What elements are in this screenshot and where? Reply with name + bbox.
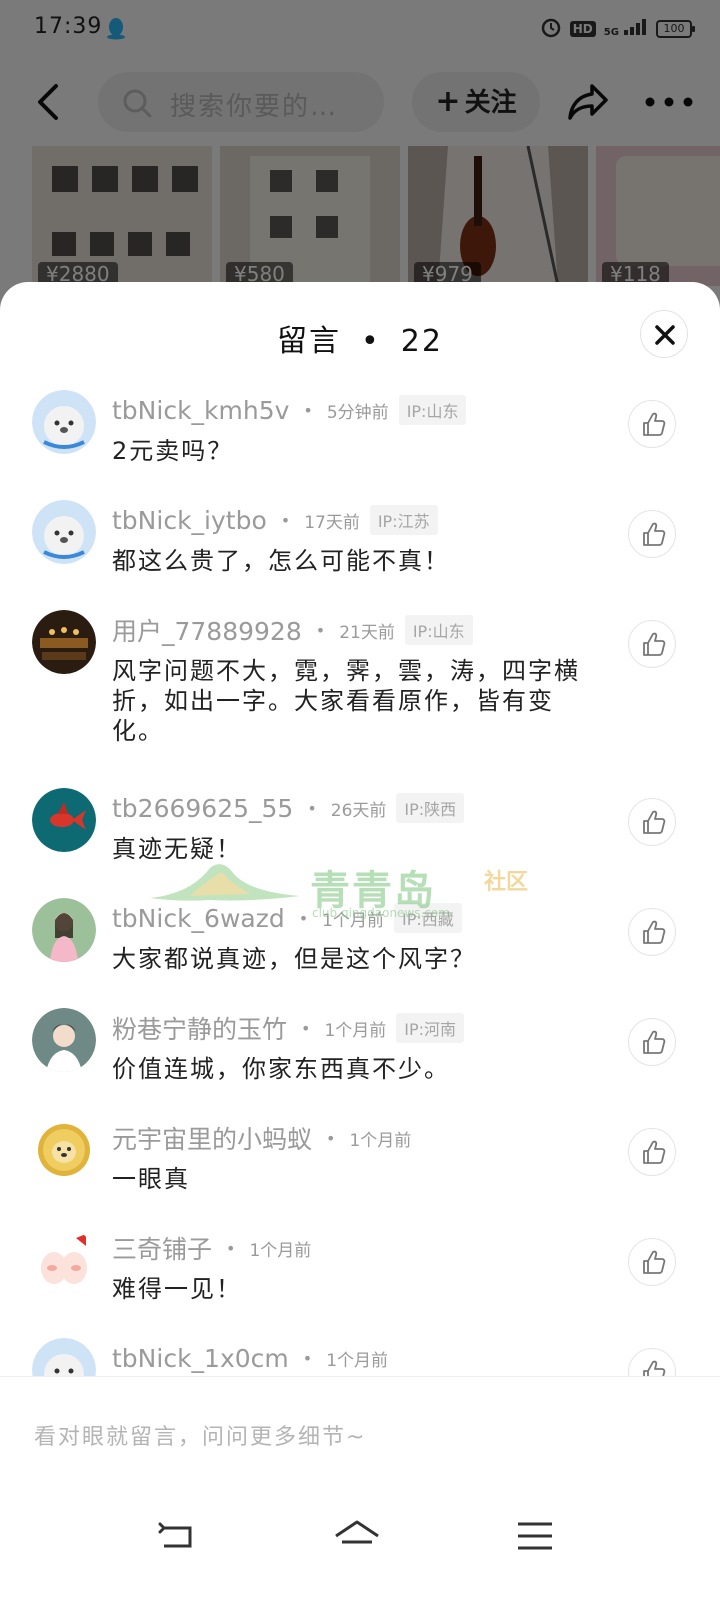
comment-header: 元宇宙里的小蚂蚁 • 1个月前 [112,1118,411,1158]
comment-separator: • [307,798,317,818]
comment-ip-badge: IP:陕西 [396,793,465,823]
comment-header: tbNick_iytbo • 17天前 IP:江苏 [112,500,438,540]
doge-coin-avatar-icon [32,1118,96,1182]
comment-text: 一眼真 [112,1165,190,1193]
watermark-url: club.qingdaonews.com [312,906,450,920]
comment-text: 都这么贵了，怎么可能不真！ [112,547,450,575]
comment-header: 用户_77889928 • 21天前 IP:山东 [112,610,473,650]
close-button[interactable] [640,310,688,358]
back-arrow-icon [158,1522,192,1548]
home-icon [335,1520,379,1544]
comment-text: 价值连城，你家东西真不少。 [112,1055,450,1083]
comment-text: 2元卖吗？ [112,437,234,465]
comment-separator: • [303,400,313,420]
watermark: 青青岛 社区 club.qingdaonews.com [150,850,550,930]
sheet-title-label: 留言 [277,324,342,359]
mountain-logo-icon [150,864,300,901]
avatar[interactable] [32,898,96,962]
avatar[interactable] [32,610,96,674]
thumbs-up-icon [643,1030,666,1054]
comment-separator: • [315,620,326,640]
thumbs-up-icon [643,1140,666,1164]
comment-time: 5分钟前 [326,402,389,423]
thumbs-up-icon [643,810,666,834]
system-home-button[interactable] [332,1516,382,1556]
seal-avatar-icon [32,390,96,454]
comment-header: 三奇铺子 • 1个月前 [112,1228,311,1268]
comment-text: 难得一见！ [112,1275,242,1303]
like-button[interactable] [628,908,676,956]
comment-input-placeholder[interactable]: 看对眼就留言，问问更多细节~ [34,1419,366,1451]
comment-time: 17天前 [304,512,360,533]
comment-username[interactable]: 用户_77889928 [112,612,302,648]
title-separator: • [361,324,381,359]
comment-text: 风字问题不大，霓，霁，雲，涛，四字横折，如出一字。大家看看原作，皆有变化。 [112,657,580,745]
like-button[interactable] [628,798,676,846]
comment-separator: • [326,1128,336,1148]
comment-time: 1个月前 [324,1020,387,1041]
like-button[interactable] [628,1128,676,1176]
avatar[interactable] [32,500,96,564]
watermark-tag: 社区 [484,870,529,895]
like-button[interactable] [628,400,676,448]
comment-separator: • [280,510,291,530]
thumbs-up-icon [643,920,666,944]
comment-username[interactable]: 三奇铺子 [112,1230,212,1266]
man-portrait-avatar-icon [32,1008,96,1072]
avatar[interactable] [32,1008,96,1072]
thumbs-up-icon [643,522,666,546]
comment-ip-badge: IP:山东 [398,395,467,425]
comment-time: 1个月前 [349,1130,412,1151]
like-button[interactable] [628,620,676,668]
system-menu-button[interactable] [514,1516,558,1556]
comment-time: 1个月前 [326,1350,389,1371]
avatar[interactable] [32,390,96,454]
avatar[interactable] [32,788,96,852]
avatar[interactable] [32,1228,96,1292]
comment-username[interactable]: tbNick_kmh5v [112,396,289,425]
modal-backdrop[interactable] [0,0,720,300]
comment-username[interactable]: tbNick_iytbo [112,506,267,535]
comment-input-bar[interactable]: 看对眼就留言，问问更多细节~ [0,1376,720,1486]
restaurant-avatar-icon [32,610,96,674]
system-navigation-bar [0,1486,720,1600]
goldfish-avatar-icon [32,788,96,852]
comment-ip-badge: IP:河南 [396,1013,465,1043]
comment-ip-badge: IP:山东 [404,615,473,645]
cartoon-avatar-icon [32,1228,96,1292]
comment-username[interactable]: 元宇宙里的小蚂蚁 [112,1120,312,1156]
comment-list[interactable]: tbNick_kmh5v • 5分钟前 IP:山东 2元卖吗？ tbNick_i… [0,390,720,1390]
like-button[interactable] [628,510,676,558]
like-button[interactable] [628,1018,676,1066]
comment-header: 粉巷宁静的玉竹 • 1个月前 IP:河南 [112,1008,465,1048]
comment-header: tb2669625_55 • 26天前 IP:陕西 [112,788,465,828]
thumbs-up-icon [643,1250,666,1274]
thumbs-up-icon [643,412,666,436]
close-icon [655,325,675,345]
comment-count: 22 [400,324,443,359]
comments-sheet: 留言 • 22 tbNick_kmh5v • 5分钟前 IP:山东 2元卖吗？ [0,282,720,1600]
seal-avatar-icon [32,500,96,564]
comment-separator: • [301,1018,311,1038]
comment-time: 26天前 [330,800,387,821]
like-button[interactable] [628,1238,676,1286]
comment-username[interactable]: tbNick_1x0cm [112,1344,289,1373]
comment-separator: • [226,1238,236,1258]
system-back-button[interactable] [156,1516,200,1556]
comment-header: tbNick_1x0cm • 1个月前 [112,1338,388,1378]
avatar[interactable] [32,1118,96,1182]
comment-separator: • [302,1348,313,1368]
screen: 17:39 HD 5G 100 [0,0,720,1600]
comment-header: tbNick_kmh5v • 5分钟前 IP:山东 [112,390,467,430]
comment-ip-badge: IP:江苏 [369,505,438,535]
comment-username[interactable]: tb2669625_55 [112,794,293,823]
sheet-title: 留言 • 22 [0,316,720,360]
comment-text: 大家都说真迹，但是这个风字？ [112,945,476,973]
comment-time: 21天前 [339,622,395,643]
thumbs-up-icon [643,632,666,656]
portrait-avatar-icon [32,898,96,962]
comment-time: 1个月前 [249,1240,312,1261]
menu-icon [518,1522,552,1550]
comment-username[interactable]: 粉巷宁静的玉竹 [112,1010,287,1046]
